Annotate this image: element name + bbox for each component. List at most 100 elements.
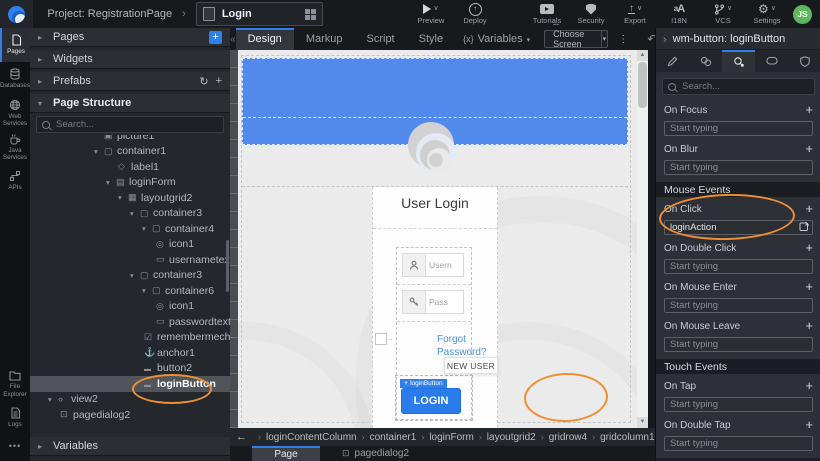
user-avatar[interactable]: JS bbox=[793, 5, 812, 24]
tree-item-icon1[interactable]: icon1 bbox=[30, 237, 230, 253]
collapse-arrow-icon[interactable] bbox=[94, 147, 104, 156]
tab-events[interactable] bbox=[722, 50, 755, 72]
breadcrumb-item[interactable]: gridcolumn10 bbox=[600, 432, 655, 443]
on-click-input[interactable] bbox=[664, 220, 813, 235]
tab-properties[interactable] bbox=[656, 50, 689, 72]
tree-item-pagedialog2[interactable]: pagedialog2 bbox=[30, 407, 230, 423]
add-event-button[interactable] bbox=[805, 281, 813, 293]
vcs-button[interactable]: ∨ VCS bbox=[701, 3, 745, 25]
tree-item-label1[interactable]: label1 bbox=[30, 159, 230, 175]
tree-item-remembermecheck[interactable]: remembermecheck bbox=[30, 330, 230, 346]
password-input[interactable] bbox=[426, 290, 464, 314]
on-blur-input[interactable] bbox=[664, 160, 813, 175]
rail-item-apis[interactable]: APIs bbox=[0, 164, 30, 198]
add-page-button[interactable] bbox=[209, 31, 222, 44]
forgot-password-link[interactable]: Forgot Password? bbox=[437, 334, 483, 359]
tree-item-container3b[interactable]: container3 bbox=[30, 268, 230, 284]
breadcrumb-item[interactable]: container1 bbox=[370, 432, 417, 443]
tree-item-passwordtext[interactable]: passwordtext bbox=[30, 314, 230, 330]
collapse-arrow-icon[interactable] bbox=[130, 209, 140, 218]
tree-item-view2[interactable]: view2 bbox=[30, 392, 230, 408]
on-double-tap-input[interactable] bbox=[664, 436, 813, 451]
on-mouse-enter-input[interactable] bbox=[664, 298, 813, 313]
add-event-button[interactable] bbox=[805, 419, 813, 431]
tab-pagedialog2[interactable]: pagedialog2 bbox=[342, 446, 409, 461]
tab-script[interactable]: Script bbox=[355, 28, 407, 50]
section-variables[interactable]: Variables bbox=[30, 437, 230, 456]
tree-item-button2[interactable]: button2 bbox=[30, 361, 230, 377]
tab-binding[interactable] bbox=[755, 50, 788, 72]
tree-item-icon1b[interactable]: icon1 bbox=[30, 299, 230, 315]
tab-design[interactable]: Design bbox=[236, 28, 294, 50]
canvas-scrollbar[interactable] bbox=[637, 50, 648, 428]
add-event-button[interactable] bbox=[805, 143, 813, 155]
structure-search-input[interactable] bbox=[54, 118, 218, 131]
on-mouse-leave-input[interactable] bbox=[664, 337, 813, 352]
tree-item-container6[interactable]: container6 bbox=[30, 283, 230, 299]
scroll-down-icon[interactable] bbox=[637, 417, 648, 428]
collapse-panel-icon[interactable] bbox=[663, 30, 667, 48]
add-event-button[interactable] bbox=[805, 203, 813, 215]
add-event-button[interactable] bbox=[805, 104, 813, 116]
collapse-arrow-icon[interactable] bbox=[130, 271, 140, 280]
rail-item-databases[interactable]: Databases bbox=[0, 62, 30, 96]
tab-page[interactable]: Page bbox=[252, 446, 320, 461]
wavemaker-logo[interactable] bbox=[0, 0, 33, 28]
tab-styles[interactable] bbox=[689, 50, 722, 72]
tree-item-container1[interactable]: container1 bbox=[30, 144, 230, 160]
tab-style[interactable]: Style bbox=[407, 28, 455, 50]
more-options-icon[interactable]: ••• bbox=[0, 441, 30, 451]
open-page-tab[interactable]: Login bbox=[196, 2, 323, 26]
deploy-button[interactable]: ↑ Deploy bbox=[453, 3, 497, 25]
breadcrumb-back-icon[interactable] bbox=[236, 431, 247, 443]
tree-item-container3[interactable]: container3 bbox=[30, 206, 230, 222]
collapse-arrow-icon[interactable] bbox=[142, 224, 152, 233]
settings-button[interactable]: ⚙∨ Settings bbox=[745, 3, 789, 25]
tab-markup[interactable]: Markup bbox=[294, 28, 355, 50]
breadcrumb-item[interactable]: gridrow4 bbox=[549, 432, 587, 443]
section-pages[interactable]: Pages bbox=[30, 28, 230, 47]
add-event-button[interactable] bbox=[805, 380, 813, 392]
breadcrumb-item[interactable]: layoutgrid2 bbox=[487, 432, 536, 443]
i18n-button[interactable]: I18N bbox=[657, 3, 701, 25]
add-prefab-button[interactable] bbox=[216, 75, 222, 87]
remember-me-checkbox[interactable] bbox=[375, 333, 387, 345]
collapse-arrow-icon[interactable] bbox=[106, 178, 116, 187]
new-user-link[interactable]: NEW USER bbox=[444, 357, 498, 374]
grid-view-icon[interactable] bbox=[305, 9, 316, 20]
on-tap-input[interactable] bbox=[664, 397, 813, 412]
on-focus-input[interactable] bbox=[664, 121, 813, 136]
breadcrumb-item[interactable]: loginContentColumn bbox=[266, 432, 357, 443]
collapse-arrow-icon[interactable] bbox=[118, 193, 128, 202]
section-widgets[interactable]: Widgets bbox=[30, 50, 230, 69]
tree-item-anchor1[interactable]: anchor1 bbox=[30, 345, 230, 361]
screen-size-dropdown[interactable]: -- Choose Screen Size -- bbox=[544, 30, 608, 48]
collapse-arrow-icon[interactable] bbox=[48, 395, 58, 404]
tree-scrollbar[interactable] bbox=[226, 240, 229, 292]
more-menu-icon[interactable] bbox=[618, 34, 628, 45]
events-search-input[interactable] bbox=[680, 80, 809, 93]
preview-button[interactable]: ∨ Preview bbox=[409, 3, 453, 25]
scroll-up-icon[interactable] bbox=[637, 50, 648, 61]
scrollbar-thumb[interactable] bbox=[638, 62, 647, 108]
tree-item-layoutgrid2[interactable]: layoutgrid2 bbox=[30, 190, 230, 206]
tab-variables[interactable]: Variables bbox=[455, 33, 538, 45]
on-double-click-input[interactable] bbox=[664, 259, 813, 274]
tree-item-container4[interactable]: container4 bbox=[30, 221, 230, 237]
section-prefabs[interactable]: Prefabs bbox=[30, 72, 230, 91]
refresh-icon[interactable] bbox=[199, 75, 208, 88]
rail-item-java-services[interactable]: Java Services bbox=[0, 130, 30, 164]
add-event-button[interactable] bbox=[805, 242, 813, 254]
rail-item-logs[interactable]: Logs bbox=[0, 401, 30, 435]
tab-security[interactable] bbox=[788, 50, 820, 72]
tree-item-loginform[interactable]: loginForm bbox=[30, 175, 230, 191]
tree-item-picture1[interactable]: picture1 bbox=[30, 135, 230, 144]
username-input[interactable] bbox=[426, 253, 464, 277]
rail-item-web-services[interactable]: Web Services bbox=[0, 96, 30, 130]
page-preview[interactable]: User Login bbox=[238, 50, 639, 428]
add-event-button[interactable] bbox=[805, 320, 813, 332]
edit-action-icon[interactable] bbox=[799, 219, 810, 230]
rail-item-file-explorer[interactable]: File Explorer bbox=[0, 367, 30, 401]
rail-item-pages[interactable]: Pages bbox=[0, 28, 30, 62]
tree-item-usernametext[interactable]: usernametext bbox=[30, 252, 230, 268]
